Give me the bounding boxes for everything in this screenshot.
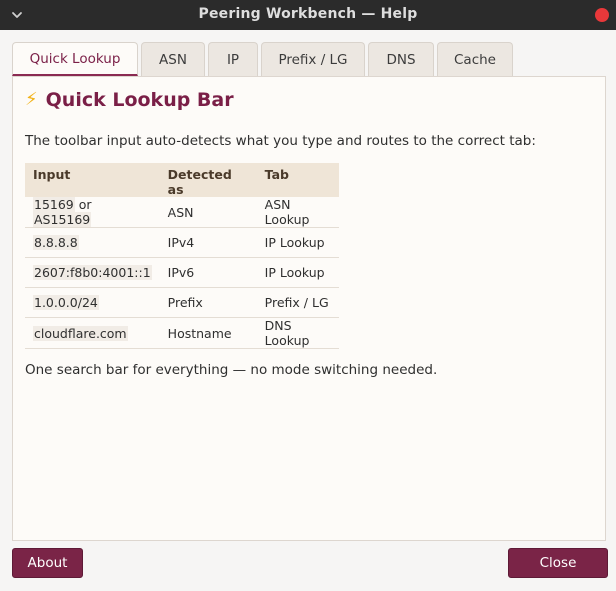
table-row: 15169 or AS15169 ASN ASN Lookup (25, 197, 339, 228)
tab-bar: Quick Lookup ASN IP Prefix / LG DNS Cach… (12, 42, 516, 76)
table-row: 2607:f8b0:4001::1 IPv6 IP Lookup (25, 257, 339, 288)
cell-input: 15169 or AS15169 (25, 197, 160, 228)
cell-tab: IP Lookup (256, 227, 339, 258)
window-title: Peering Workbench — Help (198, 6, 418, 22)
code-sample: 1.0.0.0/24 (33, 295, 99, 310)
section-heading: Quick Lookup Bar (45, 89, 234, 111)
code-sample: cloudflare.com (33, 325, 128, 341)
table-row: 8.8.8.8 IPv4 IP Lookup (25, 227, 339, 258)
code-sample: 15169 (33, 197, 75, 212)
help-window: Peering Workbench — Help Quick Lookup AS… (0, 0, 616, 591)
column-header-input: Input (25, 163, 160, 197)
cell-detected: Prefix (159, 287, 257, 318)
tab-asn[interactable]: ASN (141, 42, 205, 76)
cell-input: 2607:f8b0:4001::1 (25, 257, 160, 288)
cell-detected: Hostname (159, 317, 257, 349)
cell-tab: IP Lookup (256, 257, 339, 288)
lightning-bolt-icon: ⚡ (25, 89, 38, 110)
tab-prefix-lg[interactable]: Prefix / LG (261, 42, 365, 76)
about-button[interactable]: About (12, 548, 83, 578)
title-bar[interactable]: Peering Workbench — Help (0, 0, 616, 30)
tab-cache[interactable]: Cache (437, 42, 513, 76)
code-sample: 2607:f8b0:4001::1 (33, 265, 152, 280)
code-sample: 8.8.8.8 (33, 235, 79, 250)
table-row: cloudflare.com Hostname DNS Lookup (25, 317, 339, 349)
cell-tab: Prefix / LG (256, 287, 339, 318)
code-sample: AS15169 (33, 212, 92, 227)
close-button[interactable]: Close (508, 548, 608, 578)
intro-text: The toolbar input auto-detects what you … (25, 133, 536, 149)
cell-tab: ASN Lookup (256, 197, 339, 228)
cell-input: cloudflare.com (25, 317, 160, 349)
cell-detected: IPv4 (159, 227, 257, 258)
cell-input: 1.0.0.0/24 (25, 287, 160, 318)
tab-quick-lookup[interactable]: Quick Lookup (12, 42, 138, 76)
section-header: ⚡ Quick Lookup Bar (25, 89, 234, 111)
cell-detected: ASN (159, 197, 257, 228)
detection-table: Input Detected as Tab 15169 or AS15169 A… (25, 163, 339, 349)
cell-detected: IPv6 (159, 257, 257, 288)
cell-tab: DNS Lookup (256, 317, 339, 349)
window-close-icon[interactable] (595, 8, 609, 22)
tab-content-panel: ⚡ Quick Lookup Bar The toolbar input aut… (12, 76, 606, 541)
cell-connector: or (74, 197, 92, 212)
column-header-tab: Tab (256, 163, 339, 197)
tab-ip[interactable]: IP (208, 42, 258, 76)
cell-input: 8.8.8.8 (25, 227, 160, 258)
outro-text: One search bar for everything — no mode … (25, 362, 438, 378)
table-row: 1.0.0.0/24 Prefix Prefix / LG (25, 287, 339, 318)
tab-dns[interactable]: DNS (368, 42, 434, 76)
table-header-row: Input Detected as Tab (25, 163, 339, 197)
column-header-detected: Detected as (159, 163, 257, 197)
